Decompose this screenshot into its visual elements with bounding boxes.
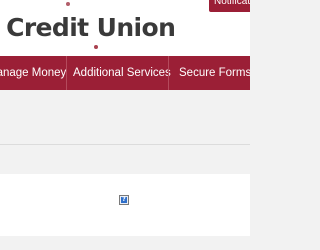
main-content: ? — [0, 174, 250, 236]
nav-item-manage-money[interactable]: Manage Money — [0, 56, 66, 90]
broken-image-glyph: ? — [121, 196, 127, 203]
footer-area — [0, 236, 250, 250]
nav-item-secure-forms[interactable]: Secure Forms — [179, 56, 250, 90]
banner-area — [0, 90, 250, 174]
notifications-tab[interactable]: Notifications — [209, 0, 250, 12]
decorative-dot — [66, 2, 70, 6]
site-header: l Credit Union Notifications — [0, 0, 250, 56]
section-divider — [0, 144, 250, 145]
decorative-dot — [94, 45, 98, 49]
page: l Credit Union Notifications Manage Mone… — [0, 0, 250, 250]
main-navigation: Manage Money Additional Services Secure … — [0, 56, 250, 90]
nav-divider — [66, 56, 67, 90]
nav-item-additional-services[interactable]: Additional Services — [73, 56, 171, 90]
nav-divider — [168, 56, 169, 90]
broken-image-icon: ? — [119, 195, 129, 205]
credit-union-logo-text[interactable]: l Credit Union — [0, 13, 176, 42]
